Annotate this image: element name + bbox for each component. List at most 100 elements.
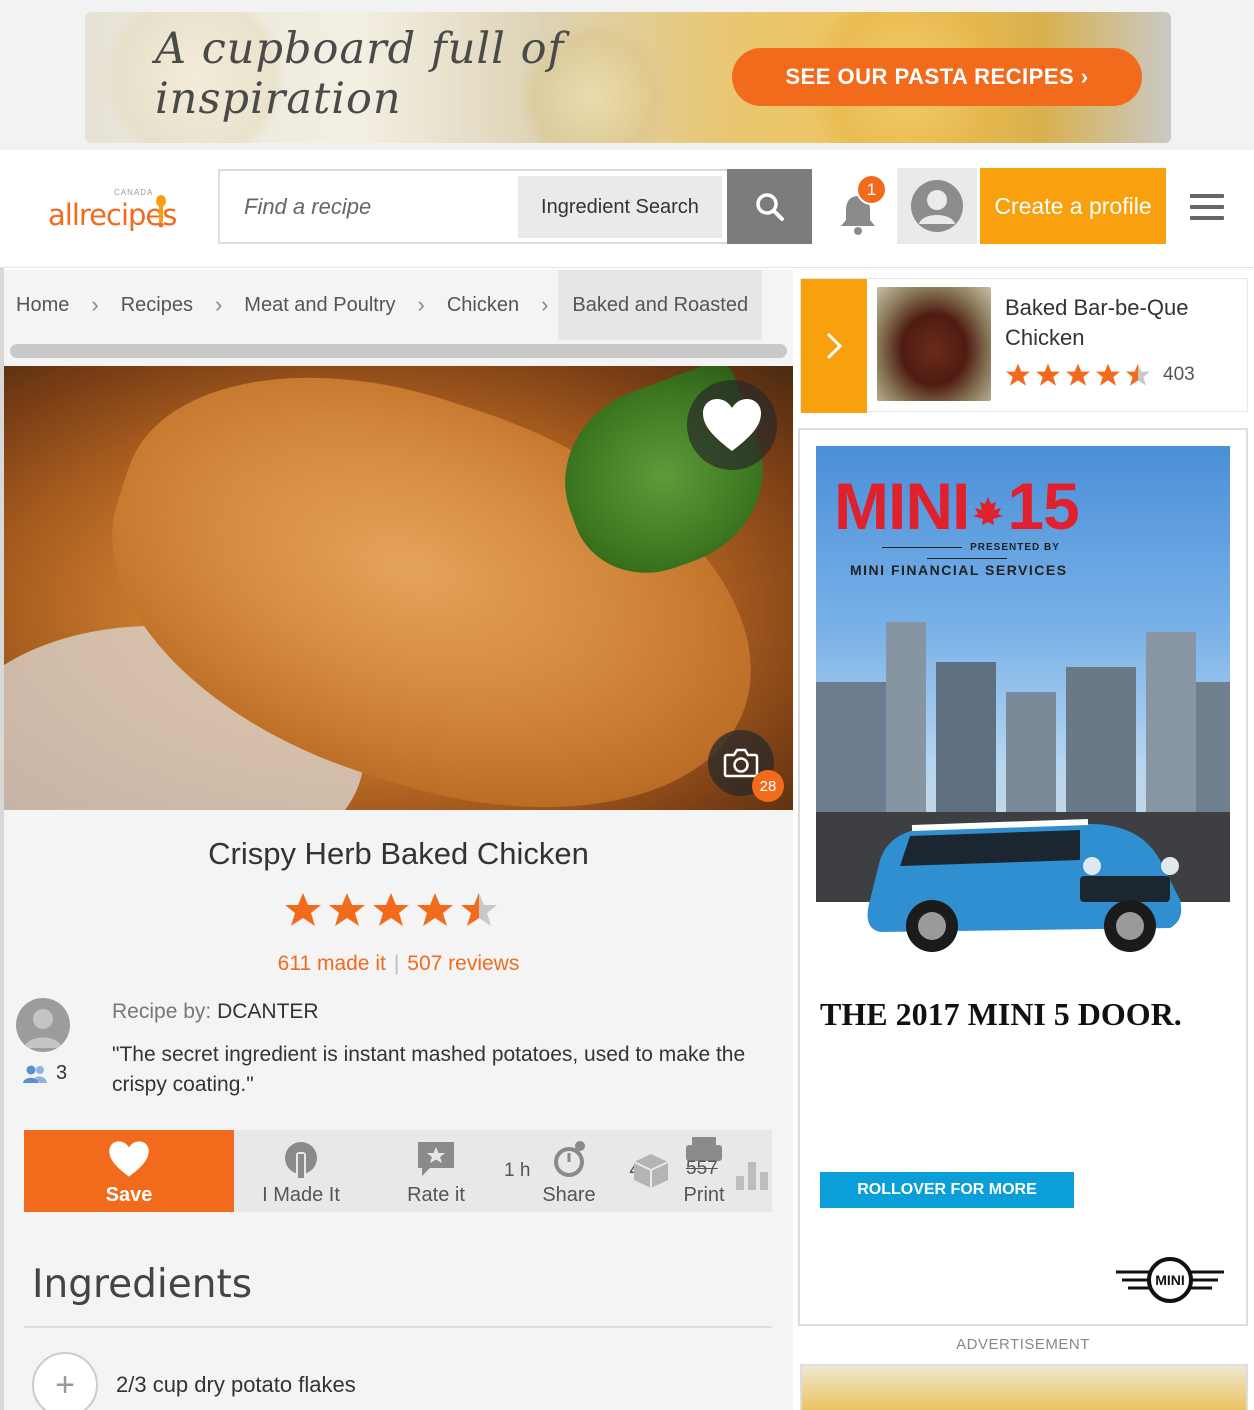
timer-icon [554, 1141, 585, 1177]
star-icon [285, 893, 321, 926]
related-recipe-title[interactable]: Baked Bar-be-Que Chicken [1005, 293, 1235, 353]
related-review-count: 403 [1163, 364, 1195, 385]
ad-financial-services: MINI FINANCIAL SERVICES [850, 562, 1068, 578]
mini-wings-logo-icon: MINI [1116, 1257, 1224, 1303]
star-icon [373, 893, 409, 926]
i-made-it-button[interactable]: I Made It [236, 1130, 366, 1212]
related-recipe-thumbnail[interactable] [877, 287, 991, 401]
reviews-count-link[interactable]: 507 reviews [407, 952, 519, 975]
mini-logo-text: MINI [1155, 1272, 1185, 1288]
chevron-right-icon [826, 332, 843, 360]
promo-banner-area: A cupboard full of inspiration SEE OUR P… [0, 0, 1254, 150]
ad-headline: THE 2017 MINI 5 DOOR. [820, 996, 1182, 1032]
print-button[interactable]: 557 Print [633, 1130, 772, 1212]
logo-country: CANADA [114, 188, 154, 197]
search-icon [755, 192, 784, 221]
promo-tagline: A cupboard full of inspiration [155, 24, 565, 124]
ingredients-heading: Ingredients [32, 1262, 253, 1307]
recipe-search-bar: Ingredient Search [218, 169, 812, 244]
ingredient-search-button[interactable]: Ingredient Search [518, 176, 722, 238]
notification-count-badge: 1 [856, 174, 887, 205]
ingredients-divider [24, 1326, 772, 1328]
calories-count: 557 [686, 1158, 718, 1179]
star-icon [417, 893, 453, 926]
ad-rollover-button[interactable]: ROLLOVER FOR MORE [820, 1172, 1074, 1208]
chevron-right-icon: › [214, 292, 223, 317]
maple-leaf-icon [973, 496, 1004, 525]
recipe-stats: 611 made it | 507 reviews [4, 952, 793, 976]
made-it-count-link[interactable]: 611 made it [278, 952, 386, 975]
author-avatar-icon [24, 1009, 62, 1048]
star-icon [329, 893, 365, 926]
favorite-heart-button[interactable] [687, 380, 777, 470]
ad-brand-title: MINI 15 [834, 468, 1080, 544]
chevron-right-icon: › [91, 292, 99, 317]
see-pasta-recipes-button[interactable]: SEE OUR PASTA RECIPES › [732, 48, 1142, 106]
followers-icon [23, 1065, 47, 1083]
ad-presented-by: PRESENTED BY [836, 542, 1098, 564]
prep-time: 1 h [504, 1160, 531, 1181]
followers-count: 3 [56, 1062, 68, 1084]
search-input[interactable] [220, 171, 516, 242]
next-related-recipe-button[interactable] [801, 279, 867, 413]
ad-brand-number: 15 [1007, 469, 1079, 543]
recipe-by-line: Recipe by: DCANTER [112, 1000, 319, 1024]
site-header: CANADA allrecipes Ingredient Search 1 Cr… [0, 150, 1254, 268]
breadcrumb-chicken[interactable]: Chicken [435, 294, 531, 317]
hamburger-menu-icon[interactable] [1190, 194, 1224, 222]
breadcrumb: Home › Recipes › Meat and Poultry › Chic… [4, 270, 793, 340]
save-button[interactable]: Save [24, 1130, 234, 1212]
breadcrumb-baked-and-roasted[interactable]: Baked and Roasted [558, 270, 763, 340]
chevron-right-icon: › [417, 292, 425, 317]
breadcrumb-home[interactable]: Home [4, 294, 81, 317]
ingredient-list-item[interactable]: + 2/3 cup dry potato flakes [32, 1352, 356, 1410]
ingredient-text: 2/3 cup dry potato flakes [116, 1372, 356, 1397]
share-label: Share [542, 1184, 596, 1206]
ad-brand-name: MINI [834, 469, 970, 543]
related-recipe-card[interactable]: Baked Bar-be-Que Chicken 403 [800, 278, 1248, 413]
user-avatar-icon [911, 180, 963, 232]
save-label: Save [105, 1184, 153, 1206]
author-avatar[interactable] [16, 998, 70, 1052]
user-avatar-button[interactable] [897, 168, 977, 244]
star-icon [1066, 363, 1090, 386]
breadcrumb-meat-and-poultry[interactable]: Meat and Poultry [232, 294, 407, 317]
i-made-it-label: I Made It [262, 1184, 340, 1206]
author-name-link[interactable]: DCANTER [217, 1000, 319, 1023]
advertisement-label: ADVERTISEMENT [956, 1336, 1090, 1353]
add-ingredient-plus-icon[interactable]: + [32, 1352, 98, 1410]
related-recipe-rating: 403 [1005, 363, 1195, 387]
author-followers[interactable]: 3 [22, 1062, 67, 1085]
recipe-hero-photo[interactable]: 28 [4, 366, 793, 810]
chevron-right-icon: › [541, 292, 549, 317]
stats-divider: | [393, 952, 400, 975]
recipe-description-quote: "The secret ingredient is instant mashed… [112, 1043, 746, 1096]
mini-car-image [867, 819, 1182, 952]
half-star-icon [461, 893, 497, 926]
photo-count-badge: 28 [752, 770, 784, 802]
search-button[interactable] [727, 169, 812, 244]
create-profile-button[interactable]: Create a profile [980, 168, 1166, 244]
breadcrumb-scrollbar[interactable] [10, 344, 787, 358]
star-icon [1006, 363, 1030, 386]
next-advertisement-preview[interactable] [800, 1364, 1248, 1410]
ad-building-shape [1196, 682, 1230, 832]
recipe-main-column: Home › Recipes › Meat and Poultry › Chic… [4, 270, 793, 1410]
heart-icon [703, 399, 761, 451]
star-icon [1036, 363, 1060, 386]
recipe-star-rating[interactable] [284, 892, 498, 928]
recipe-title: Crispy Herb Baked Chicken [208, 836, 589, 871]
rate-it-button[interactable]: Rate it [374, 1130, 498, 1212]
nutrition-bars-icon [736, 1162, 768, 1190]
pasta-promo-banner[interactable]: A cupboard full of inspiration SEE OUR P… [85, 12, 1171, 143]
allrecipes-logo[interactable]: CANADA allrecipes [48, 188, 178, 238]
chef-hat-icon [285, 1142, 317, 1178]
rating-speech-bubble-icon [418, 1142, 454, 1176]
logo-spoon-icon [156, 195, 166, 228]
share-button[interactable]: 1 h 4 Share [504, 1130, 640, 1212]
breadcrumb-recipes[interactable]: Recipes [109, 294, 205, 317]
recipe-by-label: Recipe by: [112, 1000, 212, 1023]
heart-icon [109, 1141, 149, 1177]
half-star-icon [1126, 363, 1150, 386]
mini-advertisement[interactable]: MINI 15 PRESENTED BY MINI FINANCIAL SERV… [798, 428, 1248, 1326]
